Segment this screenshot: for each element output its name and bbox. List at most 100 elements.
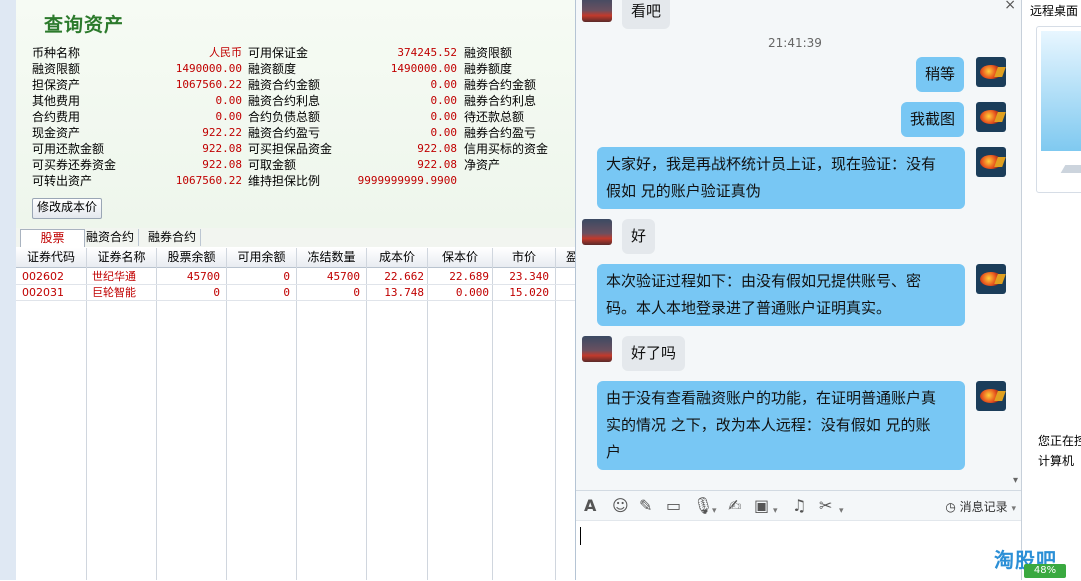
chat-message: 稍等 xyxy=(915,57,964,92)
position-tabs: 股票 融资合约 融券合约 xyxy=(16,228,575,247)
col-header-pnl[interactable]: 盈 xyxy=(556,248,575,268)
chat-window: × 看吧 21:41:39 稍等 我截图 大家好，我是再战杯统计员上证，现在验证… xyxy=(575,0,1022,581)
cell-stock-balance: 45700 xyxy=(186,270,220,283)
kv-other-fees: 其他费用 0.00 xyxy=(32,94,242,108)
message-history-button[interactable]: ◷ 消息记录 ▾ xyxy=(945,498,1016,515)
cell-price: 23.340 xyxy=(509,270,549,283)
tab-securities-contracts[interactable]: 融券合约 xyxy=(144,229,202,246)
cell-breakeven: 22.689 xyxy=(449,270,489,283)
chevron-down-icon: ▾ xyxy=(1011,504,1016,514)
kv-transferable-assets: 可转出资产 1067560.22 xyxy=(32,174,242,188)
kv-available-margin: 可用保证金 374245.52 xyxy=(248,46,457,60)
chat-message: 看吧 xyxy=(622,0,671,29)
kv-buy-return-funds: 可买券还券资金 922.08 xyxy=(32,158,242,172)
cell-name: 世纪华通 xyxy=(92,270,136,283)
tab-financing-contracts[interactable]: 融资合约 xyxy=(82,229,140,246)
remote-desktop-title: 远程桌面 xyxy=(1030,4,1079,18)
emoji-icon[interactable]: ☺ xyxy=(612,497,629,515)
kv-securities-amount: 融券合约金额 xyxy=(464,78,537,92)
avatar[interactable] xyxy=(582,0,612,22)
kv-contract-fees: 合约费用 0.00 xyxy=(32,110,242,124)
col-header-breakeven[interactable]: 保本价 xyxy=(428,248,493,268)
chevron-down-icon[interactable]: ▾ xyxy=(839,502,844,520)
col-header-frozen[interactable]: 冻结数量 xyxy=(297,248,367,268)
avatar[interactable] xyxy=(582,219,612,245)
avatar[interactable] xyxy=(976,57,1006,87)
clock-icon: ◷ xyxy=(945,500,956,514)
kv-securities-quota: 融券额度 xyxy=(464,62,513,76)
kv-withdrawable: 可取金额 922.08 xyxy=(248,158,457,172)
page-title: 查询资产 xyxy=(44,14,125,36)
kv-total-liability: 合约负债总额 0.00 xyxy=(248,110,457,124)
cell-frozen: 0 xyxy=(353,286,360,299)
edit-icon[interactable]: ✍ xyxy=(728,497,741,515)
positions-table: 证券代码 证券名称 股票余额 可用余额 冻结数量 成本价 保本价 市价 盈 00… xyxy=(16,248,575,580)
cell-cost: 22.662 xyxy=(384,270,424,283)
remote-status-text: 您正在控 计算机 xyxy=(1038,434,1081,468)
kv-securities-limit: 融资限额 xyxy=(464,46,513,60)
avatar[interactable] xyxy=(976,102,1006,132)
kv-currency: 币种名称 人民币 xyxy=(32,46,242,60)
scissors-icon[interactable]: ✂ xyxy=(819,497,832,515)
col-header-cost[interactable]: 成本价 xyxy=(367,248,428,268)
chevron-down-icon[interactable]: ▾ xyxy=(712,502,717,520)
grid-line xyxy=(86,248,87,580)
kv-securities-pnl: 融券合约盈亏 xyxy=(464,126,537,140)
screenshot-icon[interactable]: ▭ xyxy=(666,497,681,515)
battery-indicator: 48% xyxy=(1024,564,1066,578)
window-edge xyxy=(0,0,17,580)
modify-cost-button[interactable]: 修改成本价 xyxy=(32,198,102,219)
scroll-down-icon[interactable]: ▾ xyxy=(1013,475,1018,486)
col-header-available[interactable]: 可用余额 xyxy=(227,248,297,268)
font-icon[interactable]: A xyxy=(584,497,596,515)
col-header-stock-balance[interactable]: 股票余额 xyxy=(157,248,227,268)
avatar[interactable] xyxy=(976,264,1006,294)
kv-pending-repay: 待还款总额 xyxy=(464,110,525,124)
cell-available: 0 xyxy=(283,270,290,283)
cell-available: 0 xyxy=(283,286,290,299)
cell-frozen: 45700 xyxy=(326,270,360,283)
col-header-name[interactable]: 证券名称 xyxy=(87,248,157,268)
chat-message: 好了吗 xyxy=(622,336,686,371)
kv-collateral-assets: 担保资产 1067560.22 xyxy=(32,78,242,92)
tab-stocks[interactable]: 股票 xyxy=(20,229,85,247)
kv-financing-quota: 融资额度 1490000.00 xyxy=(248,62,457,76)
chat-message: 由于没有查看融资账户的功能，在证明普通账户真 实的情况 之下，改为本人远程：没有… xyxy=(597,381,965,470)
chat-message: 我截图 xyxy=(900,102,964,137)
kv-cash-assets: 现金资产 922.22 xyxy=(32,126,242,140)
music-icon[interactable]: ♫ xyxy=(792,497,806,515)
kv-credit-buy-funds: 信用买标的资金 xyxy=(464,142,549,156)
cell-cost: 13.748 xyxy=(384,286,424,299)
grid-line xyxy=(555,248,556,580)
image-icon[interactable]: ▣ xyxy=(754,497,769,515)
avatar[interactable] xyxy=(976,381,1006,411)
monitor-icon xyxy=(1036,26,1081,193)
message-input[interactable] xyxy=(576,520,1022,581)
cell-name: 巨轮智能 xyxy=(92,286,136,299)
cell-breakeven: 0.000 xyxy=(455,286,489,299)
microphone-icon[interactable]: 🎙 xyxy=(693,497,713,515)
kv-maintenance-ratio: 维持担保比例 9999999999.9900 xyxy=(248,174,457,188)
chat-message: 本次验证过程如下：由没有假如兄提供账号、密 码。本人本地登录进了普通账户证明真实… xyxy=(597,264,965,326)
chat-message: 大家好，我是再战杯统计员上证，现在验证：没有 假如 兄的账户验证真伪 xyxy=(597,147,965,209)
kv-financing-pnl: 融资合约盈亏 0.00 xyxy=(248,126,457,140)
shake-icon[interactable]: ✎ xyxy=(639,497,652,515)
message-timestamp: 21:41:39 xyxy=(768,36,822,50)
avatar[interactable] xyxy=(976,147,1006,177)
text-caret xyxy=(580,527,581,545)
kv-net-assets: 净资产 xyxy=(464,158,501,172)
chevron-down-icon[interactable]: ▾ xyxy=(773,502,778,520)
avatar[interactable] xyxy=(582,336,612,362)
cell-code: 002031 xyxy=(22,286,64,299)
cell-code: 002602 xyxy=(22,270,64,283)
kv-securities-interest: 融券合约利息 xyxy=(464,94,537,108)
close-icon[interactable]: × xyxy=(1004,0,1016,13)
col-header-price[interactable]: 市价 xyxy=(493,248,556,268)
cell-price: 15.020 xyxy=(509,286,549,299)
remote-desktop-panel: 远程桌面 您正在控 计算机 xyxy=(1021,0,1081,580)
col-header-code[interactable]: 证券代码 xyxy=(16,248,87,268)
kv-financing-amount: 融资合约金额 0.00 xyxy=(248,78,457,92)
chat-message: 好 xyxy=(622,219,656,254)
kv-financing-interest: 融资合约利息 0.00 xyxy=(248,94,457,108)
chat-toolbar: A ☺ ✎ ▭ 🎙 ▾ ✍ ▣ ▾ ♫ ✂ ▾ ◷ 消息记录 ▾ xyxy=(576,490,1022,521)
